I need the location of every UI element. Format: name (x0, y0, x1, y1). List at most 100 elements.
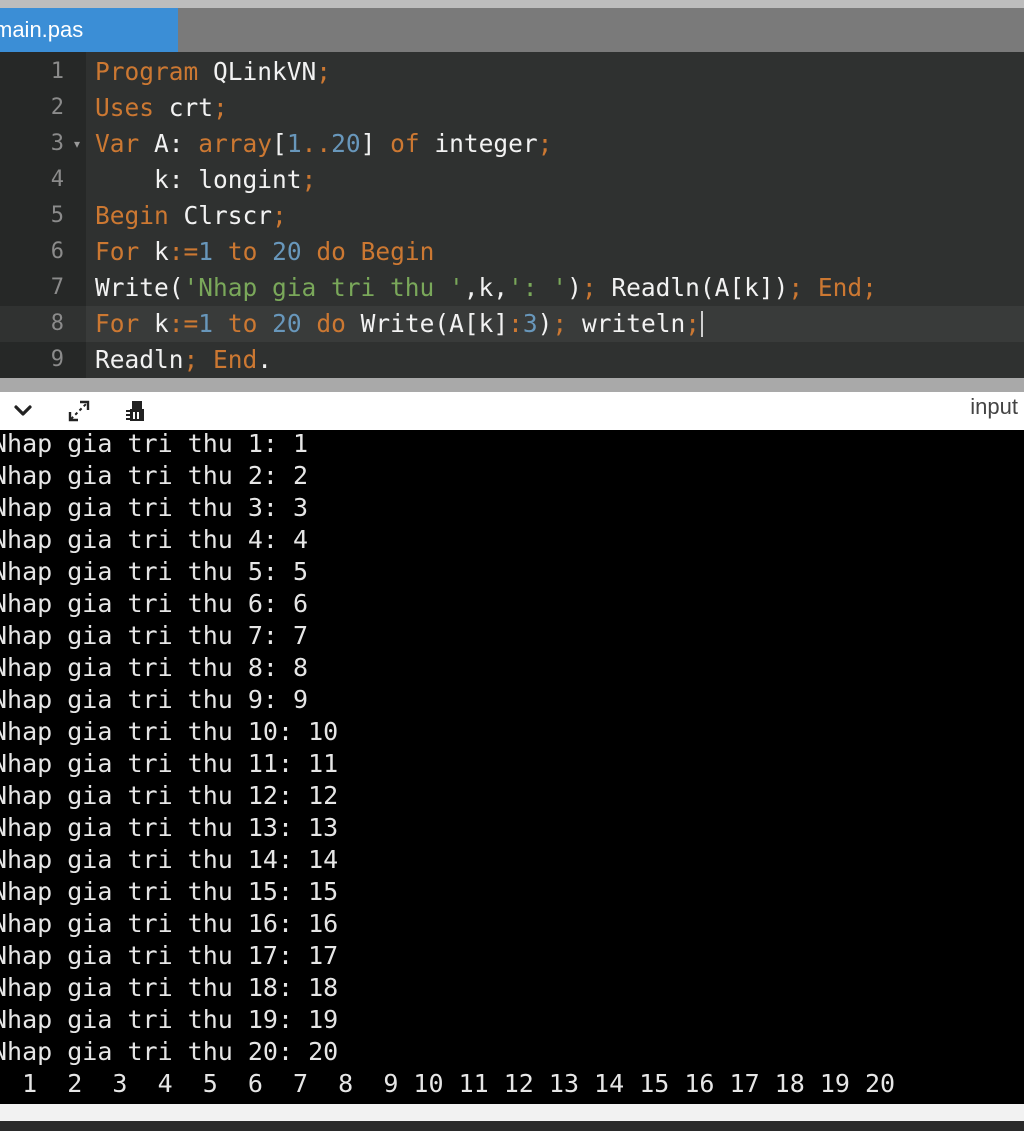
console-line: Nhap gia tri thu 12: 12 (0, 781, 339, 810)
clear-console-icon (126, 401, 144, 421)
code-line[interactable]: 3 ▾ Var A: array[1..20] of integer; (0, 126, 1024, 162)
console-line: Nhap gia tri thu 4: 4 (0, 525, 309, 554)
code-token: to (213, 237, 273, 266)
code-token: : (508, 309, 523, 338)
console-line: Nhap gia tri thu 6: 6 (0, 589, 309, 618)
code-text: Begin Clrscr; (95, 198, 287, 234)
code-line[interactable]: 2 Uses crt; (0, 90, 1024, 126)
console-line: Nhap gia tri thu 11: 11 (0, 749, 339, 778)
fold-arrow-icon[interactable]: ▾ (74, 126, 80, 162)
console-output: Nhap gia tri thu 1: 1 Nhap gia tri thu 2:… (0, 430, 1024, 1104)
code-token: For (95, 237, 140, 266)
code-token: 20 (272, 309, 302, 338)
code-token: do (301, 309, 346, 338)
code-token: ; (788, 273, 804, 302)
code-token: Clrscr (168, 201, 273, 230)
panel-splitter[interactable] (0, 378, 1024, 392)
code-line[interactable]: 7 Write('Nhap gia tri thu ',k,': '); Read… (0, 270, 1024, 306)
code-token: ; (213, 93, 228, 122)
line-number-cell: 1 (0, 54, 86, 90)
code-token: ; (301, 165, 317, 194)
bottom-edge (0, 1121, 1024, 1131)
code-token: ; (316, 57, 332, 86)
code-line[interactable]: 4 k: longint; (0, 162, 1024, 198)
code-text: For k:=1 to 20 do Begin (95, 234, 434, 270)
window-top-strip (0, 0, 1024, 8)
code-token: ) (567, 273, 582, 302)
console-line: Nhap gia tri thu 7: 7 (0, 621, 309, 650)
code-line[interactable]: 9 Readln; End. (0, 342, 1024, 378)
console-toolbar: input (0, 392, 1024, 430)
code-token: ,k, (463, 273, 509, 302)
code-line[interactable]: 1 Program QLinkVN; (0, 54, 1024, 90)
code-token: 1 (198, 309, 214, 338)
line-number-cell: 7 (0, 270, 86, 306)
input-tab[interactable]: input (970, 392, 1018, 422)
code-text: Readln; End. (95, 342, 272, 378)
code-token: ; (537, 129, 553, 158)
code-token: 1 (286, 129, 302, 158)
code-editor[interactable]: 1 Program QLinkVN; 2 Uses crt; 3 ▾ Var A: arra… (0, 52, 1024, 378)
code-token: Write( (95, 273, 184, 302)
code-text: Uses crt; (95, 90, 228, 126)
code-token: QLinkVN (198, 57, 317, 86)
code-token: Var (95, 129, 140, 158)
code-token: ; (581, 273, 597, 302)
code-token: Begin (95, 201, 169, 230)
code-token: to (213, 309, 273, 338)
console-line: Nhap gia tri thu 19: 19 (0, 1005, 339, 1034)
console-line: Nhap gia tri thu 8: 8 (0, 653, 309, 682)
code-token: Begin (345, 237, 435, 266)
console-line: Nhap gia tri thu 2: 2 (0, 461, 309, 490)
code-text: Var A: array[1..20] of integer; (95, 126, 552, 162)
code-token: .. (301, 129, 332, 158)
console-line: Nhap gia tri thu 9: 9 (0, 685, 309, 714)
clear-console-button[interactable] (120, 396, 150, 426)
code-token: := (168, 309, 199, 338)
line-number: 8 (50, 311, 64, 336)
code-token: ] (360, 129, 391, 158)
code-token: k: longint (95, 165, 302, 194)
code-token: Uses (95, 93, 155, 122)
code-token: 'Nhap gia tri thu ' (183, 273, 464, 302)
code-token: crt (154, 93, 214, 122)
code-token: 20 (331, 129, 361, 158)
code-token: of (390, 129, 420, 158)
line-number: 2 (50, 95, 64, 120)
code-line[interactable]: 6 For k:=1 to 20 do Begin (0, 234, 1024, 270)
tab-main-pas[interactable]: main.pas (0, 8, 178, 52)
code-token: ; (862, 273, 877, 302)
expand-console-button[interactable] (64, 396, 94, 426)
line-number-cell: 6 (0, 234, 86, 270)
code-text: Write('Nhap gia tri thu ',k,': '); Readl… (95, 270, 877, 306)
console-line: Nhap gia tri thu 20: 20 (0, 1037, 339, 1066)
code-token: Readln (95, 345, 184, 374)
line-number-cell: 3 ▾ (0, 126, 86, 162)
code-token: := (168, 237, 199, 266)
code-token: A: (139, 129, 199, 158)
console-line: Nhap gia tri thu 18: 18 (0, 973, 339, 1002)
code-text: k: longint; (95, 162, 316, 198)
code-text: For k:=1 to 20 do Write(A[k]:3); writeln… (95, 306, 703, 342)
text-cursor (700, 311, 703, 337)
code-token: ; (685, 309, 700, 338)
console-line: Nhap gia tri thu 15: 15 (0, 877, 339, 906)
console-line: Nhap gia tri thu 16: 16 (0, 909, 339, 938)
code-token: ; (183, 345, 199, 374)
code-token: Program (95, 57, 199, 86)
collapse-console-button[interactable] (8, 396, 38, 426)
line-number: 9 (50, 347, 64, 372)
code-token: array (198, 129, 273, 158)
code-token: 20 (272, 237, 302, 266)
code-token: 3 (522, 309, 538, 338)
code-line[interactable]: 5 Begin Clrscr; (0, 198, 1024, 234)
chevron-down-icon (14, 405, 32, 416)
code-token: ; (552, 309, 568, 338)
code-token: [ (272, 129, 287, 158)
code-line[interactable]: 8 For k:=1 to 20 do Write(A[k]:3); writel… (0, 306, 1024, 342)
line-number-cell: 5 (0, 198, 86, 234)
console-line: 1 2 3 4 5 6 7 8 9 10 11 12 13 14 15 16 1… (0, 1069, 896, 1098)
expand-icon (68, 400, 90, 422)
code-token: writeln (567, 309, 686, 338)
line-number: 3 (50, 131, 64, 156)
